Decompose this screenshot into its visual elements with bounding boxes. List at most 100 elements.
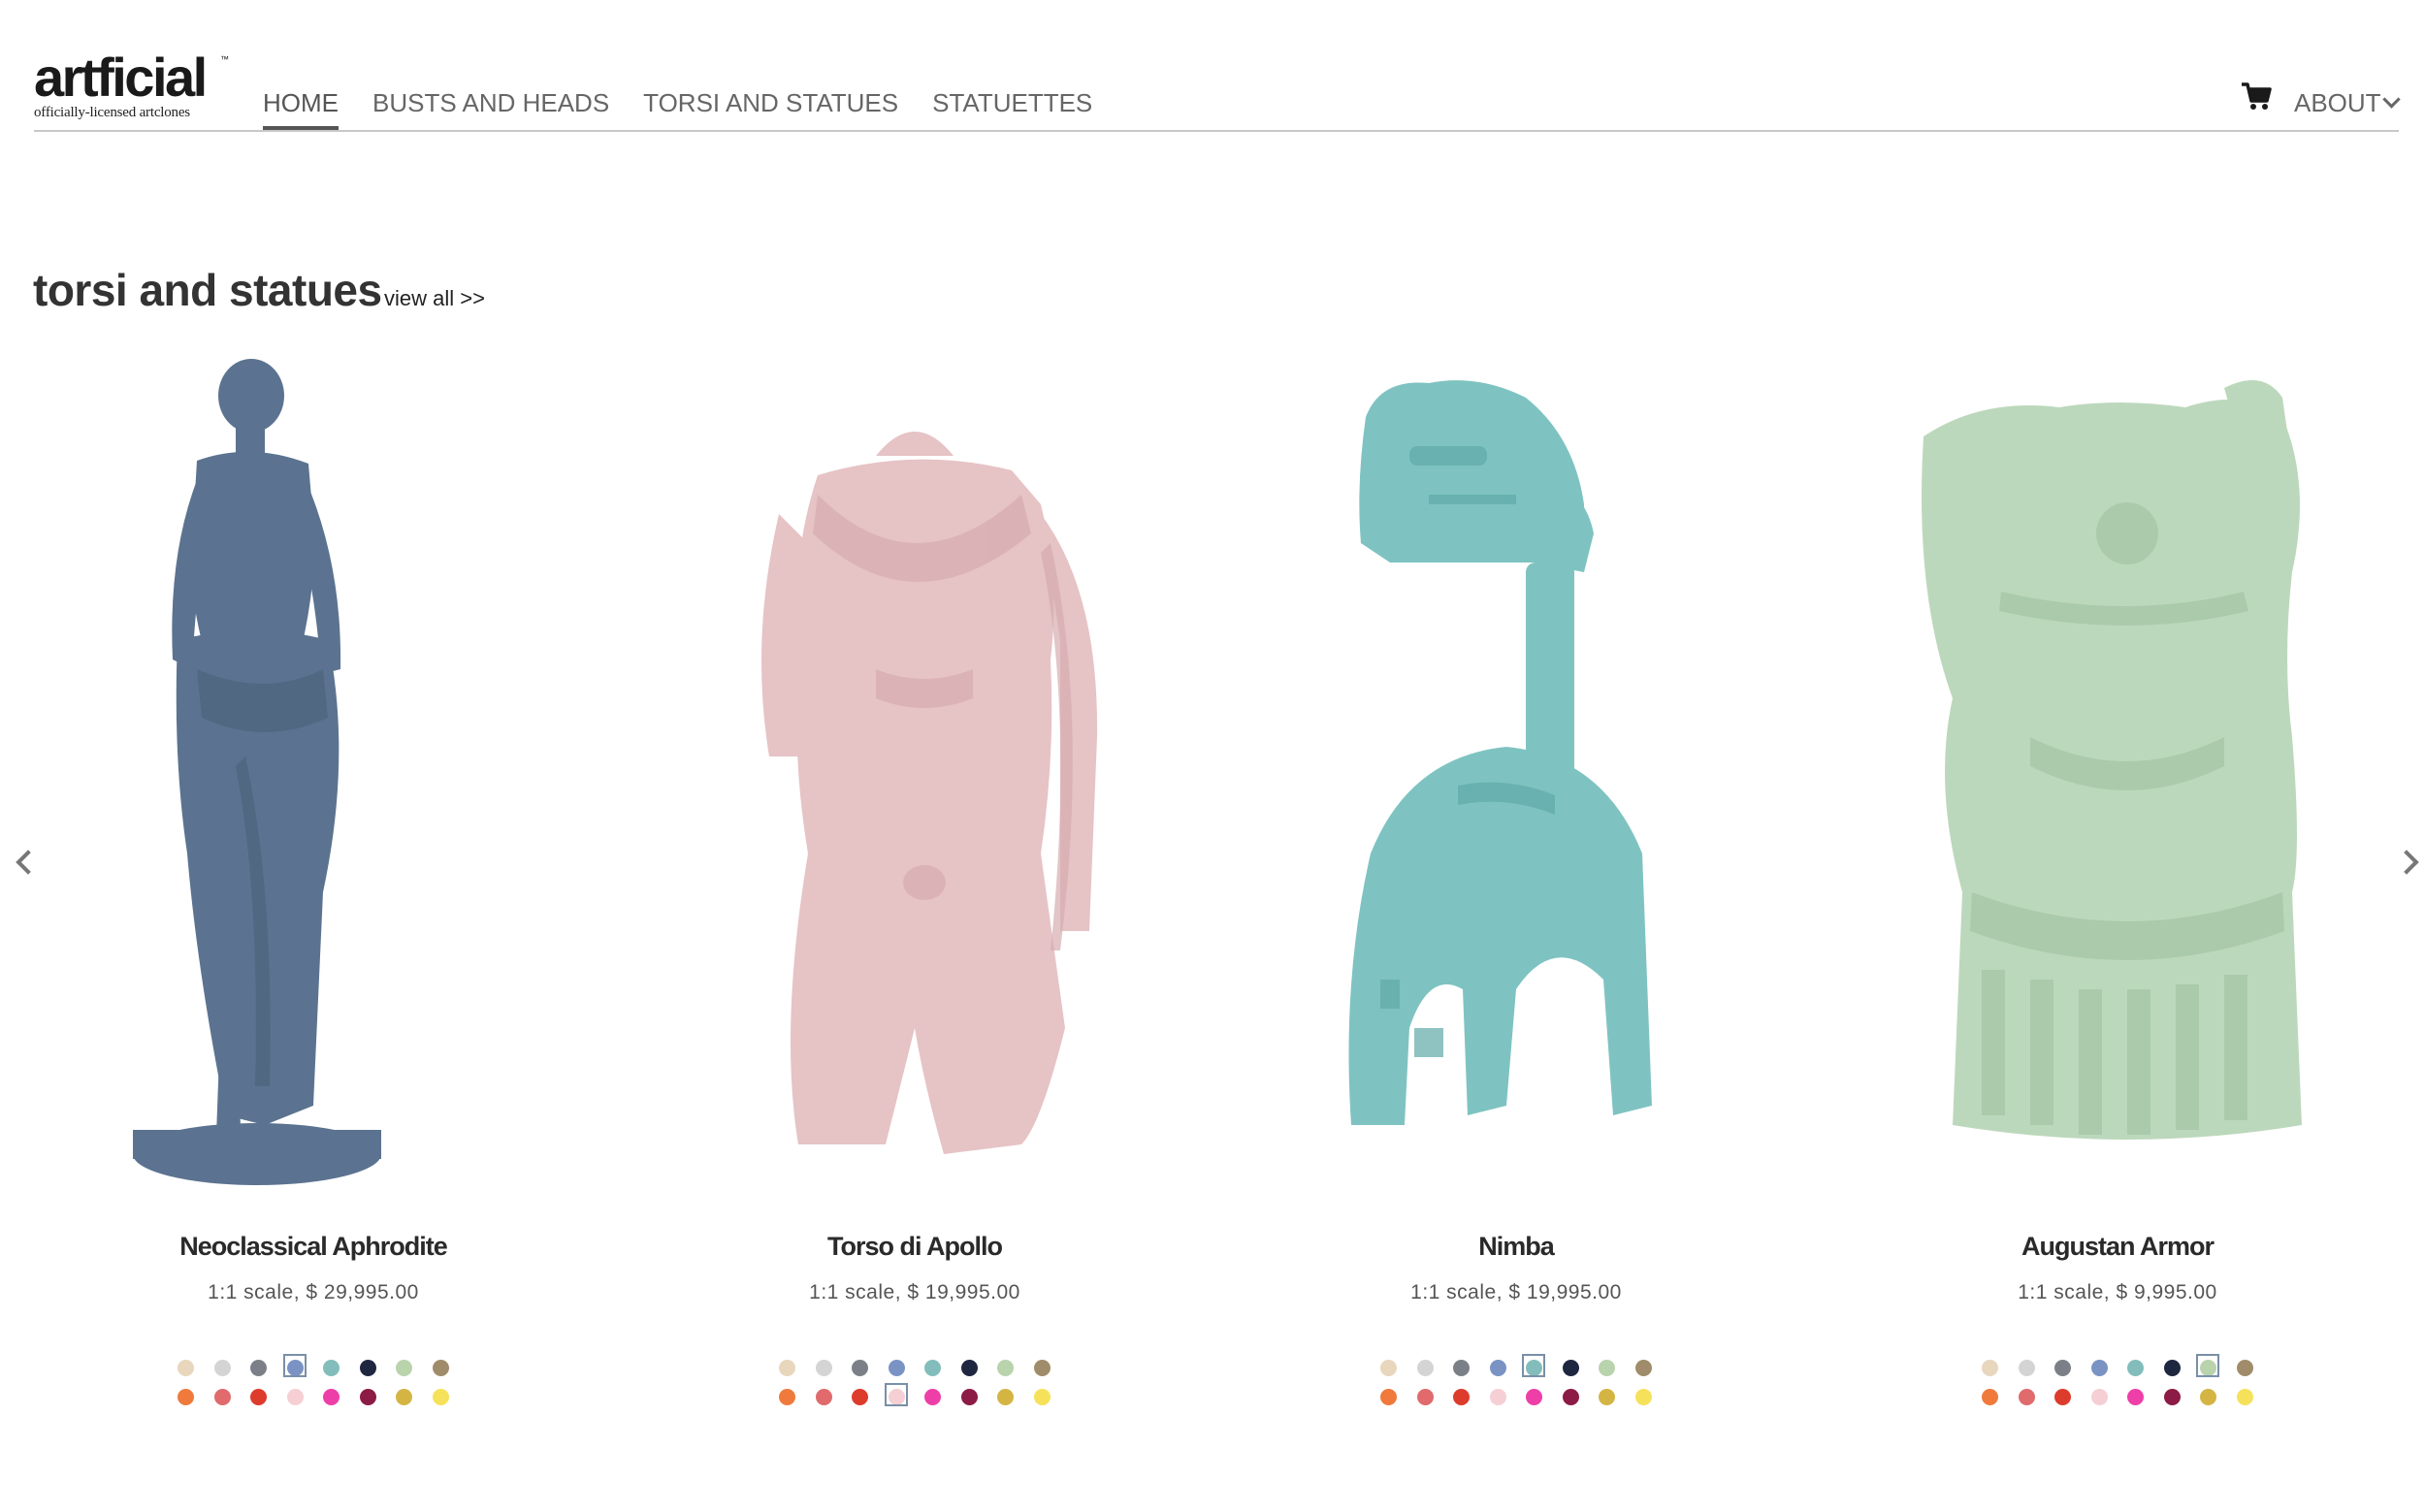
color-swatches <box>769 1353 1060 1411</box>
color-swatch[interactable] <box>168 1382 205 1411</box>
statue-aphrodite-illustration <box>133 359 381 1185</box>
product-price: 1:1 scale, $ 9,995.00 <box>2018 1281 2217 1303</box>
color-swatch[interactable] <box>2118 1353 2154 1382</box>
color-swatch[interactable] <box>386 1353 423 1382</box>
color-swatch[interactable] <box>168 1353 205 1382</box>
brand-tagline: officially-licensed artclones <box>34 105 190 120</box>
color-swatch[interactable] <box>1024 1382 1061 1411</box>
color-swatch[interactable] <box>2045 1382 2082 1411</box>
shopping-cart-icon[interactable] <box>2240 80 2273 113</box>
color-swatch[interactable] <box>277 1382 314 1411</box>
color-swatch[interactable] <box>2118 1382 2154 1411</box>
color-swatch[interactable] <box>313 1382 350 1411</box>
color-swatch[interactable] <box>1553 1353 1590 1382</box>
color-swatch[interactable] <box>423 1353 460 1382</box>
color-swatches <box>1371 1353 1662 1411</box>
swatch-row-1 <box>769 1353 1060 1382</box>
product-image-nimba[interactable] <box>1235 349 1797 1203</box>
product-image-aphrodite[interactable] <box>32 349 595 1203</box>
color-swatch[interactable] <box>806 1353 843 1382</box>
color-swatch[interactable] <box>205 1382 242 1411</box>
product-price: 1:1 scale, $ 29,995.00 <box>208 1281 419 1303</box>
swatch-row-2 <box>769 1382 1060 1411</box>
color-swatch[interactable] <box>1443 1382 1480 1411</box>
view-all-link[interactable]: view all >> <box>384 286 485 311</box>
color-swatch[interactable] <box>1371 1382 1407 1411</box>
color-swatch[interactable] <box>1589 1353 1626 1382</box>
trademark-mark: ™ <box>220 54 229 64</box>
color-swatch[interactable] <box>1972 1353 2009 1382</box>
product-name[interactable]: Torso di Apollo <box>633 1232 1196 1262</box>
product-name[interactable]: Nimba <box>1235 1232 1797 1262</box>
color-swatch[interactable] <box>2082 1353 2118 1382</box>
swatch-row-2 <box>1972 1382 2263 1411</box>
nav-item-home[interactable]: HOME <box>263 87 339 130</box>
color-swatch[interactable] <box>769 1353 806 1382</box>
color-swatch[interactable] <box>350 1382 387 1411</box>
color-swatch[interactable] <box>2227 1382 2264 1411</box>
color-swatch[interactable] <box>1516 1382 1553 1411</box>
color-swatch[interactable] <box>2082 1382 2118 1411</box>
color-swatch[interactable] <box>806 1382 843 1411</box>
color-swatch[interactable] <box>423 1382 460 1411</box>
color-swatch[interactable] <box>1626 1353 1663 1382</box>
color-swatch[interactable] <box>1626 1382 1663 1411</box>
color-swatch[interactable] <box>915 1382 952 1411</box>
color-swatch[interactable] <box>1553 1382 1590 1411</box>
color-swatch[interactable] <box>1407 1382 1444 1411</box>
color-swatch[interactable] <box>1480 1382 1517 1411</box>
color-swatch[interactable] <box>842 1353 879 1382</box>
color-swatch[interactable] <box>915 1353 952 1382</box>
statue-nimba-illustration <box>1348 380 1652 1125</box>
color-swatch[interactable] <box>987 1382 1024 1411</box>
color-swatch[interactable] <box>952 1353 988 1382</box>
color-swatch[interactable] <box>769 1382 806 1411</box>
color-swatch-selected[interactable] <box>1516 1353 1553 1382</box>
brand-logo[interactable]: artficial ™ officially-licensed artclone… <box>34 47 229 121</box>
brand-name: artficial <box>34 47 208 108</box>
color-swatch[interactable] <box>2154 1382 2191 1411</box>
product-image-augustan-armor[interactable] <box>1836 349 2399 1203</box>
color-swatch[interactable] <box>2190 1382 2227 1411</box>
color-swatch[interactable] <box>2009 1353 2046 1382</box>
color-swatch[interactable] <box>1371 1353 1407 1382</box>
nav-item-torsi-and-statues[interactable]: TORSI AND STATUES <box>643 87 898 130</box>
color-swatch[interactable] <box>2009 1382 2046 1411</box>
color-swatch[interactable] <box>241 1353 277 1382</box>
product-name[interactable]: Augustan Armor <box>1836 1232 2399 1262</box>
product-name[interactable]: Neoclassical Aphrodite <box>32 1232 595 1262</box>
color-swatch[interactable] <box>2045 1353 2082 1382</box>
color-swatch[interactable] <box>952 1382 988 1411</box>
color-swatch[interactable] <box>350 1353 387 1382</box>
color-swatch-selected[interactable] <box>879 1382 916 1411</box>
color-swatch[interactable] <box>2227 1353 2264 1382</box>
product-image-apollo[interactable] <box>633 349 1196 1203</box>
swatch-row-2 <box>168 1382 459 1411</box>
chevron-down-icon <box>2381 89 2401 109</box>
about-menu[interactable]: ABOUT <box>2294 87 2401 118</box>
color-swatch[interactable] <box>386 1382 423 1411</box>
nav-item-busts-and-heads[interactable]: BUSTS AND HEADS <box>372 87 609 130</box>
color-swatch[interactable] <box>1443 1353 1480 1382</box>
main-nav: HOME BUSTS AND HEADS TORSI AND STATUES S… <box>263 87 1126 130</box>
swatch-row-1 <box>168 1353 459 1382</box>
color-swatch[interactable] <box>987 1353 1024 1382</box>
color-swatch[interactable] <box>1589 1382 1626 1411</box>
nav-item-statuettes[interactable]: STATUETTES <box>932 87 1092 130</box>
color-swatch[interactable] <box>313 1353 350 1382</box>
color-swatch-selected[interactable] <box>277 1353 314 1382</box>
color-swatch[interactable] <box>1972 1382 2009 1411</box>
color-swatch[interactable] <box>1024 1353 1061 1382</box>
site-header: artficial ™ officially-licensed artclone… <box>34 47 2401 132</box>
color-swatch[interactable] <box>1480 1353 1517 1382</box>
color-swatch[interactable] <box>1407 1353 1444 1382</box>
color-swatch-selected[interactable] <box>2190 1353 2227 1382</box>
color-swatch[interactable] <box>241 1382 277 1411</box>
color-swatch[interactable] <box>879 1353 916 1382</box>
statue-apollo-torso-illustration <box>761 432 1098 1154</box>
color-swatch[interactable] <box>2154 1353 2191 1382</box>
color-swatch[interactable] <box>205 1353 242 1382</box>
color-swatch[interactable] <box>842 1382 879 1411</box>
section-title: torsi and statues <box>33 265 382 315</box>
about-label: ABOUT <box>2294 88 2381 117</box>
